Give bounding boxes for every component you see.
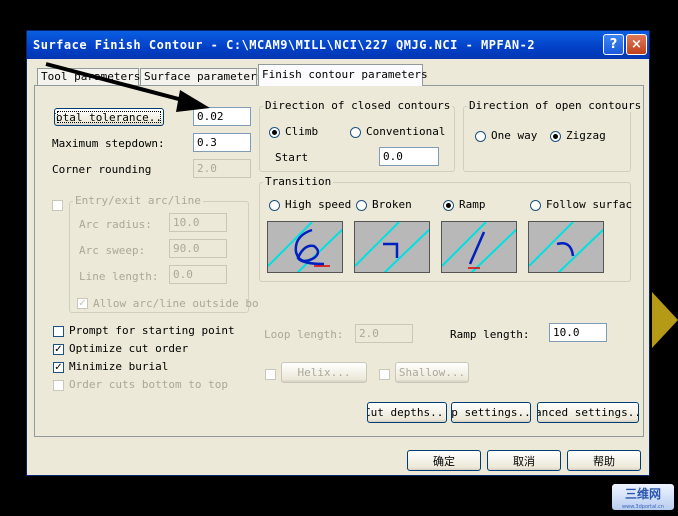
zigzag-radio[interactable] xyxy=(550,131,561,142)
prompt-start-label: Prompt for starting point xyxy=(69,324,235,337)
optimize-cut-order-checkbox[interactable]: ✓ xyxy=(53,344,64,355)
title-bar[interactable]: Surface Finish Contour - C:\MCAM9\MILL\N… xyxy=(27,31,649,59)
broken-radio[interactable] xyxy=(356,200,367,211)
ok-button[interactable]: 确定 xyxy=(407,450,481,471)
one-way-radio[interactable] xyxy=(475,131,486,142)
window-title: Surface Finish Contour - C:\MCAM9\MILL\N… xyxy=(33,38,536,52)
shallow-checkbox xyxy=(379,369,390,380)
annotation-arrow-icon xyxy=(45,62,210,112)
ramp-radio[interactable] xyxy=(443,200,454,211)
watermark-logo: 三维网 www.3dportal.cn xyxy=(612,484,674,510)
order-cuts-checkbox xyxy=(53,380,64,391)
closed-contours-label: Direction of closed contours xyxy=(263,99,453,112)
button-label: Shallow... xyxy=(398,366,466,379)
follow-surface-radio[interactable] xyxy=(530,200,541,211)
open-contours-group xyxy=(463,106,631,172)
follow-surface-label: Follow surfac xyxy=(546,198,633,211)
transition-label: Transition xyxy=(263,175,334,188)
ramp-label: Ramp xyxy=(459,198,486,211)
max-stepdown-label: Maximum stepdown: xyxy=(52,137,165,150)
corner-rounding-input: 2.0 xyxy=(193,159,251,178)
line-length-label: Line length: xyxy=(79,270,159,283)
yellow-arrow-icon xyxy=(652,292,678,348)
climb-radio[interactable] xyxy=(269,127,280,138)
watermark-text: 三维网 xyxy=(624,487,661,501)
ramp-transition-icon[interactable] xyxy=(441,221,517,273)
optimize-cut-order-label: Optimize cut order xyxy=(69,342,189,355)
order-cuts-label: Order cuts bottom to top xyxy=(69,378,228,391)
arc-sweep-input: 90.0 xyxy=(169,239,227,258)
arc-sweep-label: Arc sweep: xyxy=(79,244,146,257)
broken-transition-icon[interactable] xyxy=(354,221,430,273)
corner-rounding-label: Corner rounding xyxy=(52,163,152,176)
button-label: Helix... xyxy=(297,366,351,379)
start-input[interactable]: 0.0 xyxy=(379,147,439,166)
entry-exit-checkbox[interactable] xyxy=(52,200,63,211)
tab-panel: Total tolerance... 0.02 Maximum stepdown… xyxy=(34,85,644,437)
prompt-start-checkbox[interactable] xyxy=(53,326,64,337)
max-stepdown-input[interactable]: 0.3 xyxy=(193,133,251,152)
help-button[interactable]: 帮助 xyxy=(567,450,641,471)
one-way-label: One way xyxy=(491,129,538,142)
helix-button: Helix... xyxy=(281,362,367,383)
entry-exit-label: Entry/exit arc/line xyxy=(73,194,203,207)
allow-outside-checkbox: ✓ xyxy=(77,298,88,309)
start-label: Start xyxy=(275,151,309,164)
button-label: vanced settings... xyxy=(538,406,638,419)
line-length-input: 0.0 xyxy=(169,265,227,284)
arc-radius-label: Arc radius: xyxy=(79,218,152,231)
button-label: 确定 xyxy=(433,454,455,468)
button-label: 取消 xyxy=(513,454,535,468)
button-label: ap settings... xyxy=(451,406,531,419)
broken-label: Broken xyxy=(372,198,412,211)
high-speed-transition-icon[interactable] xyxy=(267,221,343,273)
ramp-length-input[interactable]: 10.0 xyxy=(549,323,607,342)
button-label: Cut depths... xyxy=(367,406,447,419)
ramp-length-label: Ramp length: xyxy=(450,328,530,341)
conventional-radio[interactable] xyxy=(350,127,361,138)
cut-depths-button[interactable]: Cut depths... xyxy=(367,402,447,423)
loop-length-label: Loop length: xyxy=(264,328,344,341)
shallow-button: Shallow... xyxy=(395,362,469,383)
cancel-button[interactable]: 取消 xyxy=(487,450,561,471)
allow-outside-label: Allow arc/line outside bo xyxy=(93,297,259,310)
loop-length-input: 2.0 xyxy=(355,324,413,343)
high-speed-radio[interactable] xyxy=(269,200,280,211)
high-speed-label: High speed xyxy=(285,198,352,211)
help-icon[interactable]: ? xyxy=(603,34,624,55)
zigzag-label: Zigzag xyxy=(566,129,606,142)
helix-checkbox xyxy=(265,369,276,380)
watermark-url: www.3dportal.cn xyxy=(622,504,664,510)
open-contours-label: Direction of open contours xyxy=(467,99,644,112)
gap-settings-button[interactable]: ap settings... xyxy=(451,402,531,423)
climb-label: Climb xyxy=(285,125,319,138)
conventional-label: Conventional xyxy=(366,125,446,138)
tab-finish-contour-parameters[interactable]: Finish contour parameters xyxy=(258,64,428,86)
tab-label: Finish contour parameters xyxy=(262,68,428,81)
minimize-burial-label: Minimize burial xyxy=(69,360,169,373)
minimize-burial-checkbox[interactable]: ✓ xyxy=(53,362,64,373)
advanced-settings-button[interactable]: vanced settings... xyxy=(537,402,639,423)
follow-surface-transition-icon[interactable] xyxy=(528,221,604,273)
button-label: 帮助 xyxy=(593,454,615,468)
close-icon[interactable]: × xyxy=(626,34,647,55)
arc-radius-input: 10.0 xyxy=(169,213,227,232)
